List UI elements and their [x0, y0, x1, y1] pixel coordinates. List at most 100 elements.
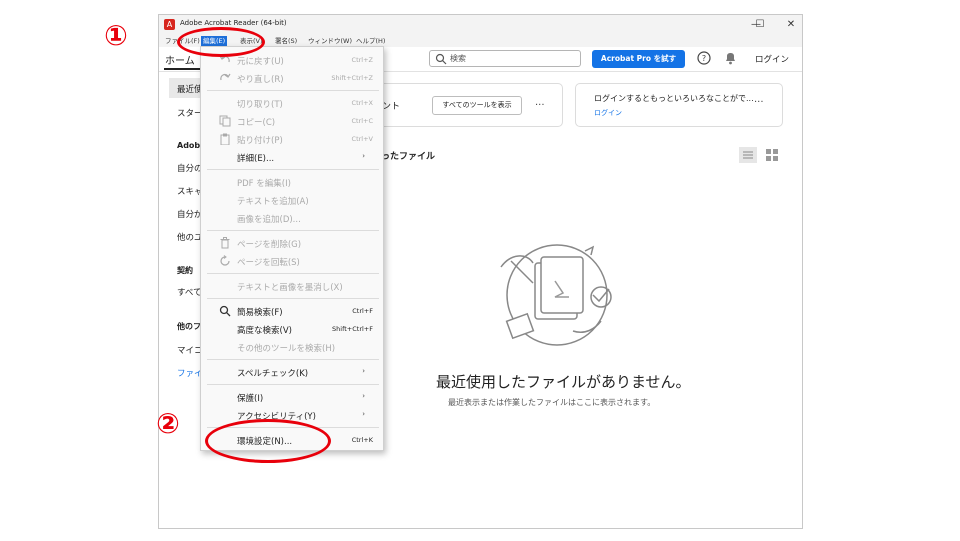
tab-home[interactable]: ホーム [165, 52, 195, 67]
menu-item-advanced-search[interactable]: 高度な検索(V) Shift+Ctrl+F [201, 320, 383, 338]
sidebar-item-all-agreements[interactable]: すべて [177, 286, 202, 298]
menu-item-rotate-page: ページを回転(S) [201, 252, 383, 270]
tools-card-more-button[interactable]: ... [535, 97, 545, 108]
login-card: ログインするともっといろいろなことがで... ログイン ... [575, 83, 783, 127]
menu-item-protect[interactable]: 保護(I) › [201, 388, 383, 406]
menu-item-more[interactable]: 詳細(E)... › [201, 148, 383, 166]
login-card-text: ログインするともっといろいろなことがで... [594, 94, 754, 103]
menu-item-add-text: テキストを追加(A) [201, 191, 383, 209]
sidebar-add-file-link[interactable]: ファイ [177, 367, 203, 379]
chevron-right-icon: › [362, 367, 365, 375]
menu-item-paste: 貼り付け(P) Ctrl+V [201, 130, 383, 148]
menu-item-edit-pdf: PDF を編集(I) [201, 173, 383, 191]
menu-item-delete-page: ページを削除(G) [201, 234, 383, 252]
search-icon [435, 53, 447, 65]
edit-menu-dropdown: 元に戻す(U) Ctrl+Z やり直し(R) Shift+Ctrl+Z 切り取り… [200, 46, 384, 451]
menu-item-redo-label: やり直し(R) [237, 75, 284, 85]
maximize-button[interactable]: ☐ [753, 18, 767, 32]
menu-item-redo: やり直し(R) Shift+Ctrl+Z [201, 69, 383, 87]
search-box[interactable]: 検索 [429, 50, 581, 67]
try-acrobat-pro-button[interactable]: Acrobat Pro を試す [592, 50, 685, 68]
menu-separator [207, 169, 379, 170]
redo-icon [220, 73, 231, 81]
edit-menu-highlight-ring [177, 27, 265, 57]
menu-separator [207, 298, 379, 299]
all-tools-button[interactable]: すべてのツールを表示 [432, 96, 522, 115]
menu-item-spellcheck[interactable]: スペルチェック(K) › [201, 363, 383, 381]
sidebar-item-my-files[interactable]: 自分の [177, 162, 203, 174]
search-icon [219, 305, 231, 317]
menu-item-spellcheck-label: スペルチェック(K) [237, 369, 309, 379]
sidebar-heading-other-files: 他のフ [177, 322, 201, 331]
menu-item-copy: コピー(C) Ctrl+C [201, 112, 383, 130]
menu-item-copy-shortcut: Ctrl+C [351, 117, 373, 125]
list-view-icon[interactable] [739, 147, 757, 163]
menu-item-copy-label: コピー(C) [237, 118, 276, 128]
menu-separator [207, 90, 379, 91]
menu-separator [207, 230, 379, 231]
menu-help[interactable]: ヘルプ(H) [354, 36, 387, 46]
bell-icon[interactable] [724, 51, 737, 65]
menu-item-paste-label: 貼り付け(P) [237, 136, 283, 146]
menu-item-find-label: 簡易検索(F) [237, 308, 283, 318]
menu-item-find-tools: その他のツールを検索(H) [201, 338, 383, 356]
copy-icon [219, 115, 231, 127]
menu-item-find-shortcut: Ctrl+F [352, 307, 373, 315]
menu-item-add-image-label: 画像を追加(D)... [237, 215, 301, 225]
empty-state-subtitle: 最近表示または作業したファイルはここに表示されます。 [448, 398, 656, 407]
chevron-right-icon: › [362, 410, 365, 418]
menu-item-protect-label: 保護(I) [237, 394, 264, 404]
sidebar-item-shared-by-me[interactable]: 自分が [177, 208, 203, 220]
menu-item-edit-pdf-label: PDF を編集(I) [237, 179, 291, 189]
menu-item-preferences-shortcut: Ctrl+K [351, 436, 373, 444]
menu-item-find[interactable]: 簡易検索(F) Ctrl+F [201, 302, 383, 320]
step-1-marker: ① [104, 19, 128, 52]
help-icon[interactable]: ? [697, 51, 711, 65]
rotate-icon [220, 255, 230, 266]
menu-item-redact: テキストと画像を墨消し(X) [201, 277, 383, 295]
empty-files-illustration-icon [500, 244, 612, 346]
menu-item-advanced-search-label: 高度な検索(V) [237, 326, 292, 336]
trash-icon [220, 237, 230, 249]
menu-item-rotate-page-label: ページを回転(S) [237, 258, 300, 268]
menu-item-paste-shortcut: Ctrl+V [351, 135, 373, 143]
login-card-link[interactable]: ログイン [594, 108, 622, 118]
empty-state-title: 最近使用したファイルがありません。 [436, 373, 691, 391]
paste-icon [220, 133, 230, 145]
menu-item-advanced-search-shortcut: Shift+Ctrl+F [332, 325, 373, 333]
chevron-right-icon: › [362, 392, 365, 400]
sidebar-heading-agreements: 契約 [177, 266, 193, 275]
close-button[interactable]: ✕ [784, 18, 798, 32]
menu-separator [207, 273, 379, 274]
menu-item-add-text-label: テキストを追加(A) [237, 197, 309, 207]
menu-separator [207, 384, 379, 385]
sidebar-item-shared-by-others[interactable]: 他のユ [177, 231, 203, 243]
login-card-more-button[interactable]: ... [754, 94, 764, 105]
menu-item-add-image: 画像を追加(D)... [201, 209, 383, 227]
menu-item-cut: 切り取り(T) Ctrl+X [201, 94, 383, 112]
login-button[interactable]: ログイン [755, 53, 789, 65]
svg-text:?: ? [702, 54, 706, 63]
menu-item-redact-label: テキストと画像を墨消し(X) [237, 283, 343, 293]
menu-item-undo-label: 元に戻す(U) [237, 57, 284, 67]
grid-view-icon[interactable] [766, 149, 778, 161]
sidebar-item-scans[interactable]: スキャ [177, 185, 203, 197]
tools-card-title: ント [382, 102, 401, 112]
menu-sign[interactable]: 署名(S) [273, 36, 299, 46]
menu-separator [207, 359, 379, 360]
menu-item-cut-shortcut: Ctrl+X [351, 99, 373, 107]
menu-item-cut-label: 切り取り(T) [237, 100, 283, 110]
menu-item-more-label: 詳細(E)... [237, 154, 275, 164]
chevron-right-icon: › [362, 152, 365, 160]
step-2-marker: ② [156, 407, 180, 440]
home-tab-indicator [164, 68, 200, 70]
menu-window[interactable]: ウィンドウ(W) [306, 36, 354, 46]
menu-item-redo-shortcut: Shift+Ctrl+Z [331, 74, 373, 82]
sidebar-item-starred[interactable]: スター [177, 107, 203, 119]
menu-item-find-tools-label: その他のツールを検索(H) [237, 344, 336, 354]
search-input[interactable]: 検索 [450, 53, 466, 64]
tools-card: ント すべてのツールを表示 ... [359, 83, 563, 127]
sidebar-item-my-computer[interactable]: マイコ [177, 344, 203, 356]
sidebar-item-recent[interactable]: 最近使 [177, 83, 203, 95]
acrobat-logo-icon: A [164, 19, 175, 30]
